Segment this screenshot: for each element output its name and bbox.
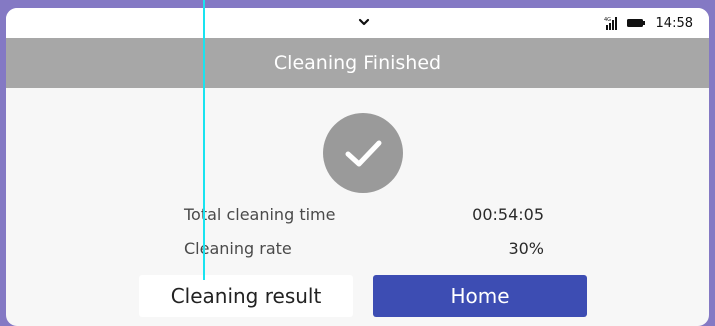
battery-icon [626, 19, 645, 27]
status-bar: 4G 14:58 [6, 8, 709, 38]
signal-icon: 4G [604, 17, 617, 30]
cleaning-result-button[interactable]: Cleaning result [139, 275, 353, 317]
cursor-line [203, 0, 205, 280]
total-time-value: 00:54:05 [472, 205, 544, 224]
chevron-down-icon[interactable] [357, 15, 371, 29]
total-time-row: Total cleaning time 00:54:05 [184, 205, 544, 231]
page-title: Cleaning Finished [273, 52, 442, 74]
cleaning-rate-value: 30% [508, 239, 544, 258]
cleaning-rate-label: Cleaning rate [184, 239, 292, 258]
total-time-label: Total cleaning time [184, 205, 336, 224]
success-badge [323, 113, 403, 193]
network-type-label: 4G [604, 17, 611, 23]
title-bar: Cleaning Finished [6, 38, 709, 88]
check-icon [345, 140, 382, 167]
status-time: 14:58 [655, 15, 693, 31]
app-screen: 4G 14:58 Cleaning Finished Total cleanin… [6, 8, 709, 326]
status-indicators: 4G 14:58 [604, 15, 693, 31]
cleaning-rate-row: Cleaning rate 30% [184, 239, 544, 265]
home-button[interactable]: Home [373, 275, 587, 317]
